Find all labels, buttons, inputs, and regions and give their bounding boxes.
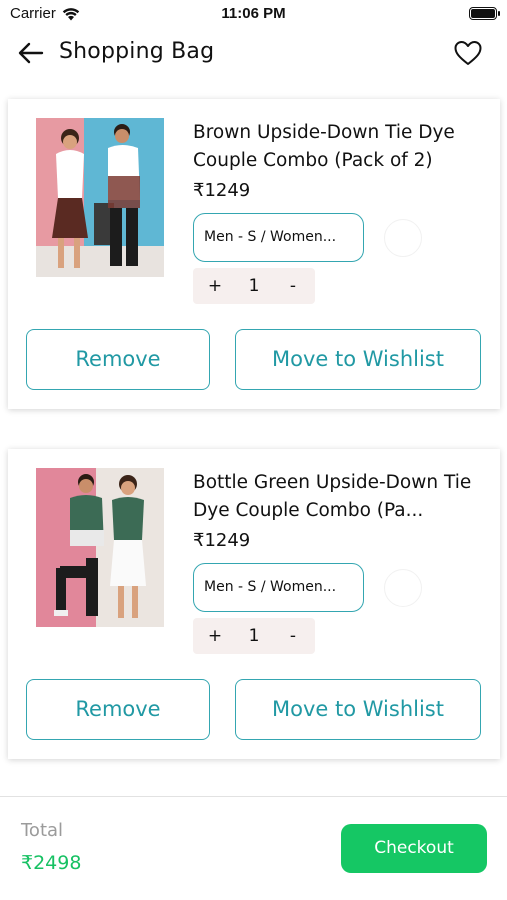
quantity-stepper: + 1 -	[193, 268, 315, 304]
status-bar: Carrier 11:06 PM	[0, 0, 507, 28]
total-label: Total	[21, 820, 64, 841]
product-image[interactable]	[36, 468, 164, 627]
remove-button[interactable]: Remove	[26, 329, 210, 390]
variant-select[interactable]: Men - S / Women...	[193, 213, 364, 262]
remove-button[interactable]: Remove	[26, 679, 210, 740]
quantity-value: 1	[248, 276, 260, 296]
checkout-button[interactable]: Checkout	[341, 824, 487, 873]
quantity-value: 1	[248, 626, 260, 646]
product-name[interactable]: Bottle Green Upside-Down Tie Dye Couple …	[193, 469, 483, 525]
cart-item-card: Bottle Green Upside-Down Tie Dye Couple …	[8, 449, 500, 759]
total-value: ₹2498	[21, 852, 82, 874]
arrow-left-icon[interactable]	[16, 39, 46, 67]
move-to-wishlist-button[interactable]: Move to Wishlist	[235, 329, 481, 390]
quantity-stepper: + 1 -	[193, 618, 315, 654]
decrement-button[interactable]: -	[285, 276, 301, 296]
product-price: ₹1249	[193, 180, 251, 201]
decrement-button[interactable]: -	[285, 626, 301, 646]
move-to-wishlist-button[interactable]: Move to Wishlist	[235, 679, 481, 740]
footer-divider	[0, 796, 507, 797]
heart-icon[interactable]	[453, 39, 483, 67]
battery-icon	[469, 7, 500, 20]
loading-spinner-icon	[384, 569, 422, 607]
status-time: 11:06 PM	[221, 5, 286, 22]
product-name[interactable]: Brown Upside-Down Tie Dye Couple Combo (…	[193, 119, 483, 175]
cart-item-card: Brown Upside-Down Tie Dye Couple Combo (…	[8, 99, 500, 409]
variant-select[interactable]: Men - S / Women...	[193, 563, 364, 612]
header: Shopping Bag	[0, 30, 507, 76]
product-price: ₹1249	[193, 530, 251, 551]
increment-button[interactable]: +	[207, 626, 223, 646]
increment-button[interactable]: +	[207, 276, 223, 296]
loading-spinner-icon	[384, 219, 422, 257]
product-image[interactable]	[36, 118, 164, 277]
page-title: Shopping Bag	[59, 39, 215, 64]
